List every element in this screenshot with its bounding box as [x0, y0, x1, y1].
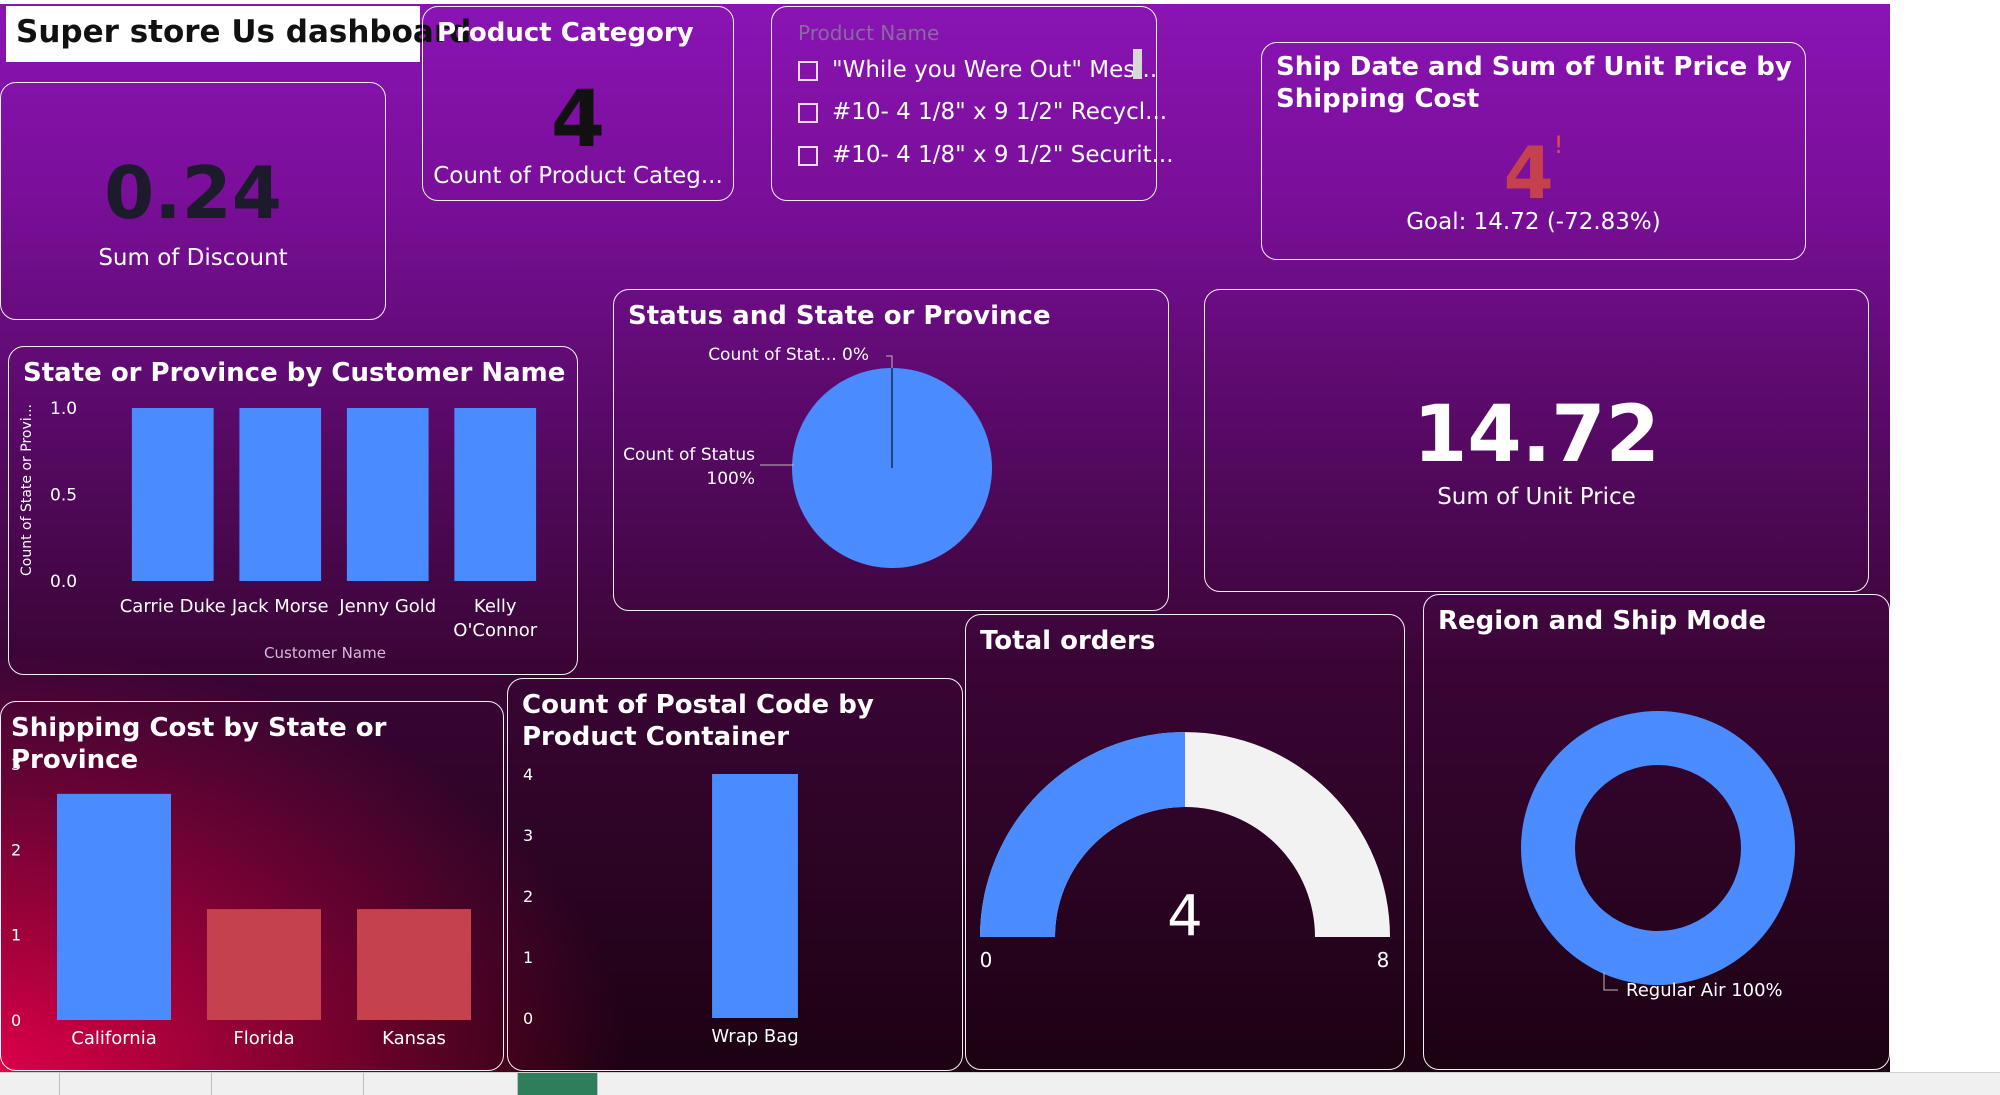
gauge-max-label: 8	[1377, 948, 1390, 972]
gauge-min-label: 0	[980, 948, 993, 972]
y-tick-label: 3	[523, 826, 533, 845]
x-category-label: O'Connor	[453, 620, 538, 641]
y-tick-label: 2	[523, 887, 533, 906]
sheet-tab[interactable]	[0, 1073, 60, 1095]
pie-label: Count of Status	[623, 445, 755, 465]
x-axis-label: Customer Name	[264, 644, 386, 662]
total-orders-gauge: 4 0 8	[980, 732, 1390, 972]
bar	[57, 793, 171, 1020]
ship-date-kpi-value: 4	[1503, 131, 1554, 215]
pie-label: Count of Stat... 0%	[708, 345, 869, 365]
slicer-item[interactable]: #10- 4 1/8" x 9 1/2" Recycl...	[798, 99, 1167, 125]
donut-slice	[1521, 711, 1795, 985]
postal-code-chart-card[interactable]: Count of Postal Code by Product Containe…	[507, 678, 963, 1071]
sheet-tab[interactable]	[364, 1073, 518, 1095]
region-donut-chart: Regular Air 100%	[1521, 711, 1795, 1001]
x-category-label: Kelly	[474, 596, 517, 617]
unit-price-kpi-card[interactable]: 14.72 Sum of Unit Price	[1204, 289, 1869, 592]
sheet-tab[interactable]	[212, 1073, 364, 1095]
bar	[207, 909, 321, 1020]
x-category-label: Kansas	[382, 1028, 446, 1049]
customer-bar-chart-card[interactable]: State or Province by Customer Name 0.0 0.…	[8, 346, 578, 675]
y-tick-label: 3	[11, 755, 21, 774]
pie-percent-label: 100%	[706, 469, 755, 489]
slicer-item[interactable]: "While you Were Out" Mes...	[798, 57, 1157, 83]
total-orders-gauge-card[interactable]: Total orders 408	[965, 614, 1405, 1070]
product-category-title: Product Category	[437, 18, 694, 48]
y-tick-label: 0	[11, 1011, 21, 1030]
dashboard-title: Super store Us dashboard	[6, 6, 471, 62]
region-donut-chart-card[interactable]: Region and Ship Mode Regular Air 100%	[1423, 594, 1890, 1070]
unit-price-kpi-value: 14.72	[1413, 390, 1660, 480]
x-category-label: Jenny Gold	[338, 596, 436, 617]
x-category-label: California	[71, 1028, 156, 1049]
checkbox-icon[interactable]	[798, 102, 818, 123]
y-tick-label: 0.5	[50, 486, 77, 506]
discount-kpi-value: 0.24	[104, 151, 282, 235]
bar	[357, 909, 471, 1020]
discount-kpi-card[interactable]: 0.24 Sum of Discount	[0, 82, 386, 320]
y-tick-label: 1.0	[50, 399, 77, 419]
y-tick-label: 1	[11, 926, 21, 945]
product-category-label: Count of Product Categ...	[433, 163, 723, 189]
canvas-margin	[1890, 0, 2000, 1072]
bar	[454, 408, 537, 581]
status-pie-chart-card[interactable]: Status and State or Province Count of St…	[613, 289, 1169, 611]
shipping-cost-bar-chart: 0 1 2 3 California Florida Kansas	[11, 755, 471, 1049]
y-axis-label: Count of State or Provi...	[19, 404, 35, 576]
ship-date-kpi-title: Ship Date and Sum of Unit Price by Shipp…	[1276, 52, 1792, 114]
checkbox-icon[interactable]	[798, 145, 818, 166]
slicer-item-label: "While you Were Out" Mes...	[832, 57, 1158, 83]
bar	[131, 408, 214, 581]
ship-date-kpi-goal: Goal: 14.72 (-72.83%)	[1406, 209, 1661, 235]
sheet-tab-active[interactable]	[518, 1073, 598, 1095]
postal-code-bar-chart: 0 1 2 3 4 Wrap Bag	[523, 765, 799, 1047]
unit-price-kpi-label: Sum of Unit Price	[1437, 484, 1636, 510]
sheet-tab[interactable]	[60, 1073, 212, 1095]
ship-date-kpi-value-wrap: 4!	[1262, 131, 1805, 215]
x-category-label: Wrap Bag	[711, 1026, 798, 1047]
x-category-label: Jack Morse	[231, 596, 329, 617]
slicer-item-label: #10- 4 1/8" x 9 1/2" Securit...	[832, 142, 1174, 168]
product-category-value: 4	[550, 75, 606, 165]
gauge-fill	[980, 732, 1185, 937]
shipping-cost-chart-card[interactable]: Shipping Cost by State or Province 0123C…	[0, 701, 504, 1071]
checkbox-icon[interactable]	[798, 60, 818, 81]
product-category-card[interactable]: Product Category 4 Count of Product Cate…	[422, 6, 734, 201]
sheet-tab-bar	[0, 1072, 2000, 1095]
donut-label: Regular Air 100%	[1626, 980, 1783, 1001]
pie-leader-line	[886, 355, 893, 368]
x-category-label: Carrie Duke	[120, 596, 226, 617]
ship-date-kpi-card[interactable]: Ship Date and Sum of Unit Price by Shipp…	[1261, 42, 1806, 260]
slicer-header: Product Name	[798, 21, 940, 45]
y-tick-label: 2	[11, 840, 21, 859]
y-tick-label: 0	[523, 1009, 533, 1028]
product-name-slicer[interactable]: Product Name "While you Were Out" Mes...…	[771, 6, 1174, 201]
bar	[239, 408, 322, 581]
warning-icon: !	[1553, 131, 1564, 159]
slicer-item[interactable]: #10- 4 1/8" x 9 1/2" Securit...	[798, 142, 1174, 168]
customer-bar-chart: 0.0 0.5 1.0 Carrie Duke Jack Morse Jenny Gold…	[19, 399, 538, 662]
x-category-label: Florida	[233, 1028, 294, 1049]
bar	[346, 408, 429, 581]
status-pie-chart: Count of Stat... 0% Count of Status 100%	[623, 345, 992, 568]
slicer-scrollbar[interactable]	[1133, 49, 1142, 79]
y-tick-label: 0.0	[50, 572, 77, 592]
discount-kpi-label: Sum of Discount	[98, 245, 288, 271]
y-tick-label: 4	[523, 765, 533, 784]
top-border	[0, 0, 1890, 4]
gauge-value: 4	[1167, 884, 1203, 949]
bar	[712, 774, 798, 1018]
slicer-item-label: #10- 4 1/8" x 9 1/2" Recycl...	[832, 99, 1168, 125]
y-tick-label: 1	[523, 948, 533, 967]
